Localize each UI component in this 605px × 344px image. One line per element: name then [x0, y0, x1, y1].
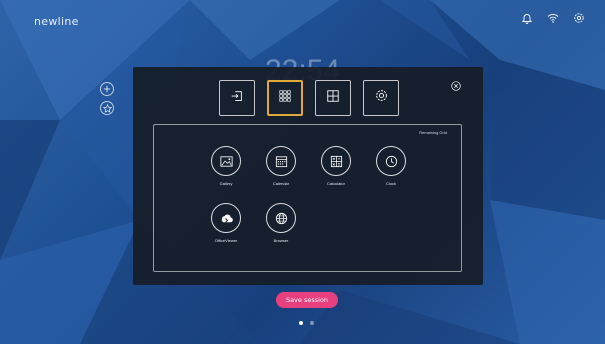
- app-label: Gallery: [219, 181, 233, 186]
- calendar-icon: [266, 146, 296, 176]
- office-viewer-icon: [211, 203, 241, 233]
- app-label: Calendar: [272, 181, 290, 186]
- tab-apps[interactable]: [267, 80, 303, 116]
- layout-grid-icon: [326, 89, 340, 108]
- apps-grid-icon: [278, 89, 292, 108]
- clock-icon: [376, 146, 406, 176]
- bell-icon[interactable]: [521, 11, 533, 24]
- app-label: Browser: [273, 238, 289, 243]
- page-dot-active[interactable]: [299, 321, 303, 325]
- gear-icon: [374, 88, 389, 108]
- app-calendar[interactable]: Calendar: [256, 146, 306, 186]
- add-icon[interactable]: [100, 82, 114, 96]
- browser-icon: [266, 203, 296, 233]
- tab-settings[interactable]: [363, 80, 399, 116]
- app-panel: Remaining Grid Gallery Calendar Calculat…: [133, 67, 483, 285]
- settings-icon[interactable]: [573, 11, 585, 23]
- close-icon[interactable]: [451, 78, 461, 91]
- remaining-grid-label: Remaining Grid: [419, 130, 447, 135]
- input-icon: [230, 89, 244, 108]
- star-icon[interactable]: [100, 101, 114, 115]
- app-label: Clock: [385, 181, 396, 186]
- app-calculator[interactable]: Calculator: [311, 146, 361, 186]
- gallery-icon: [211, 146, 241, 176]
- app-gallery[interactable]: Gallery: [201, 146, 251, 186]
- tab-input-source[interactable]: [219, 80, 255, 116]
- app-office-viewer[interactable]: OfficeViewer: [201, 203, 251, 243]
- page-indicator: [299, 321, 314, 325]
- app-grid-area: Remaining Grid Gallery Calendar Calculat…: [153, 124, 462, 272]
- calculator-icon: [321, 146, 351, 176]
- panel-tabs: [219, 80, 399, 116]
- brand-logo: newline: [34, 15, 79, 28]
- wifi-icon[interactable]: [547, 11, 559, 23]
- app-clock[interactable]: Clock: [366, 146, 416, 186]
- app-browser[interactable]: Browser: [256, 203, 306, 243]
- app-label: Calculator: [326, 181, 345, 186]
- page-dot[interactable]: [310, 321, 314, 325]
- status-bar: [521, 11, 585, 24]
- tab-layout[interactable]: [315, 80, 351, 116]
- app-label: OfficeViewer: [214, 238, 238, 243]
- save-session-button[interactable]: Save session: [276, 292, 338, 308]
